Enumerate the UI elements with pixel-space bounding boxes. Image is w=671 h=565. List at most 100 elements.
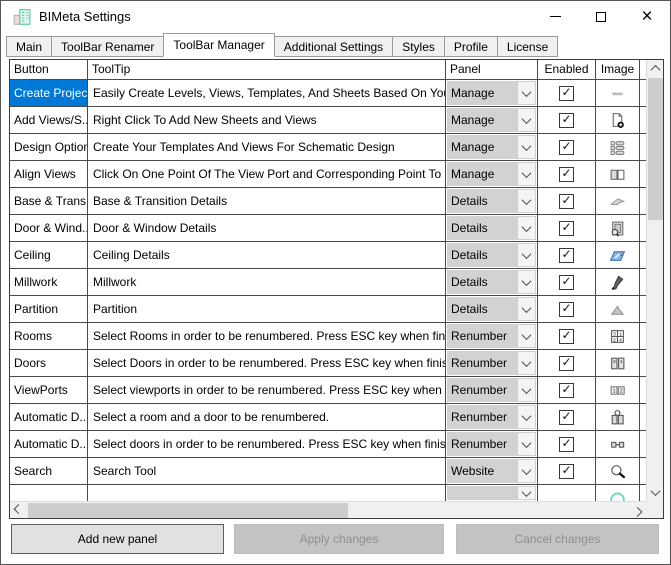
tooltip-cell[interactable]: Base & Transition Details <box>88 188 446 214</box>
enabled-checkbox[interactable]: ✓ <box>559 464 574 479</box>
button-cell[interactable]: Base & Trans... <box>10 188 88 214</box>
vertical-scrollbar[interactable] <box>646 60 663 501</box>
tab-main[interactable]: Main <box>6 36 52 57</box>
table-row[interactable]: Design OptionsCreate Your Templates And … <box>10 134 646 161</box>
panel-dropdown-button[interactable] <box>517 162 536 186</box>
tooltip-cell[interactable]: Select Rooms in order to be renumbered. … <box>88 323 446 349</box>
tooltip-cell[interactable]: Right Click To Add New Sheets and Views <box>88 107 446 133</box>
tab-styles[interactable]: Styles <box>392 36 445 57</box>
panel-dropdown-button[interactable] <box>517 486 536 500</box>
scroll-left-button[interactable] <box>10 502 27 519</box>
button-cell[interactable]: Search <box>10 458 88 484</box>
enabled-checkbox[interactable]: ✓ <box>559 113 574 128</box>
button-cell[interactable]: Ceiling <box>10 242 88 268</box>
table-row[interactable]: Base & Trans...Base & Transition Details… <box>10 188 646 215</box>
button-cell[interactable]: Doors <box>10 350 88 376</box>
column-header-panel[interactable]: Panel <box>446 60 538 79</box>
button-cell[interactable]: Create Project <box>10 80 88 106</box>
panel-dropdown-button[interactable] <box>517 378 536 402</box>
panel-dropdown-button[interactable] <box>517 243 536 267</box>
panel-dropdown-button[interactable] <box>517 108 536 132</box>
table-row[interactable]: Create ProjectEasily Create Levels, View… <box>10 80 646 107</box>
enabled-checkbox[interactable]: ✓ <box>559 410 574 425</box>
tooltip-cell[interactable]: Millwork <box>88 269 446 295</box>
tooltip-cell[interactable]: Door & Window Details <box>88 215 446 241</box>
column-header-enabled[interactable]: Enabled <box>538 60 596 79</box>
button-cell[interactable]: Automatic D... <box>10 431 88 457</box>
close-button[interactable]: × <box>624 1 670 32</box>
panel-dropdown[interactable]: Manage <box>447 162 536 186</box>
cancel-changes-button[interactable]: Cancel changes <box>456 524 659 554</box>
panel-dropdown-button[interactable] <box>517 81 536 105</box>
tooltip-cell[interactable]: Select a room and a door to be renumbere… <box>88 404 446 430</box>
enabled-checkbox[interactable]: ✓ <box>559 140 574 155</box>
panel-dropdown[interactable]: Details <box>447 297 536 321</box>
column-header-button[interactable]: Button <box>10 60 88 79</box>
panel-dropdown-button[interactable] <box>517 189 536 213</box>
table-row[interactable]: SearchSearch ToolWebsite ✓ <box>10 458 646 485</box>
button-cell[interactable]: Door & Wind... <box>10 215 88 241</box>
enabled-checkbox[interactable]: ✓ <box>559 248 574 263</box>
table-row[interactable] <box>10 485 646 501</box>
table-row[interactable]: Automatic D...Select a room and a door t… <box>10 404 646 431</box>
vertical-scrollbar-thumb[interactable] <box>648 78 663 220</box>
panel-dropdown[interactable]: Details <box>447 270 536 294</box>
tooltip-cell[interactable]: Ceiling Details <box>88 242 446 268</box>
panel-dropdown[interactable]: Renumber <box>447 432 536 456</box>
button-cell[interactable]: ViewPorts <box>10 377 88 403</box>
enabled-checkbox[interactable]: ✓ <box>559 167 574 182</box>
tooltip-cell[interactable]: Select doors in order to be renumbered. … <box>88 431 446 457</box>
panel-dropdown-button[interactable] <box>517 270 536 294</box>
button-cell[interactable]: Millwork <box>10 269 88 295</box>
panel-dropdown[interactable]: Renumber <box>447 324 536 348</box>
maximize-button[interactable] <box>578 1 624 32</box>
panel-dropdown-button[interactable] <box>517 324 536 348</box>
panel-dropdown[interactable]: Renumber <box>447 351 536 375</box>
tab-toolbar-manager[interactable]: ToolBar Manager <box>163 33 274 57</box>
enabled-checkbox[interactable]: ✓ <box>559 221 574 236</box>
button-cell[interactable] <box>10 485 88 501</box>
enabled-checkbox[interactable]: ✓ <box>559 302 574 317</box>
tab-toolbar-renamer[interactable]: ToolBar Renamer <box>51 36 164 57</box>
panel-dropdown-button[interactable] <box>517 297 536 321</box>
panel-dropdown[interactable]: Manage <box>447 81 536 105</box>
tooltip-cell[interactable]: Easily Create Levels, Views, Templates, … <box>88 80 446 106</box>
panel-dropdown-button[interactable] <box>517 135 536 159</box>
column-header-image[interactable]: Image <box>596 60 640 79</box>
panel-dropdown[interactable]: Manage <box>447 135 536 159</box>
enabled-checkbox[interactable]: ✓ <box>559 383 574 398</box>
panel-dropdown[interactable]: Renumber <box>447 405 536 429</box>
tooltip-cell[interactable]: Search Tool <box>88 458 446 484</box>
enabled-checkbox[interactable]: ✓ <box>559 437 574 452</box>
tooltip-cell[interactable]: Create Your Templates And Views For Sche… <box>88 134 446 160</box>
tab-license[interactable]: License <box>497 36 558 57</box>
panel-dropdown-button[interactable] <box>517 216 536 240</box>
panel-dropdown-button[interactable] <box>517 351 536 375</box>
button-cell[interactable]: Partition <box>10 296 88 322</box>
button-cell[interactable]: Design Options <box>10 134 88 160</box>
table-row[interactable]: Door & Wind...Door & Window DetailsDetai… <box>10 215 646 242</box>
table-row[interactable]: Add Views/S...Right Click To Add New She… <box>10 107 646 134</box>
horizontal-scrollbar-thumb[interactable] <box>28 503 348 518</box>
scroll-right-button[interactable] <box>629 502 646 519</box>
panel-dropdown-button[interactable] <box>517 432 536 456</box>
horizontal-scrollbar[interactable] <box>10 501 646 518</box>
enabled-checkbox[interactable]: ✓ <box>559 275 574 290</box>
tooltip-cell[interactable]: Select viewports in order to be renumber… <box>88 377 446 403</box>
panel-dropdown[interactable]: Website <box>447 459 536 483</box>
button-cell[interactable]: Rooms <box>10 323 88 349</box>
tooltip-cell[interactable] <box>88 485 446 501</box>
button-cell[interactable]: Align Views <box>10 161 88 187</box>
enabled-checkbox[interactable]: ✓ <box>559 86 574 101</box>
add-new-panel-button[interactable]: Add new panel <box>11 524 224 554</box>
tooltip-cell[interactable]: Click On One Point Of The View Port and … <box>88 161 446 187</box>
panel-dropdown[interactable] <box>447 486 536 500</box>
panel-dropdown[interactable]: Details <box>447 189 536 213</box>
tab-additional-settings[interactable]: Additional Settings <box>274 36 393 57</box>
panel-dropdown[interactable]: Details <box>447 243 536 267</box>
panel-dropdown[interactable]: Renumber <box>447 378 536 402</box>
tooltip-cell[interactable]: Partition <box>88 296 446 322</box>
button-cell[interactable]: Automatic D... <box>10 404 88 430</box>
column-header-tooltip[interactable]: ToolTip <box>88 60 446 79</box>
table-row[interactable]: CeilingCeiling DetailsDetails ✓ <box>10 242 646 269</box>
